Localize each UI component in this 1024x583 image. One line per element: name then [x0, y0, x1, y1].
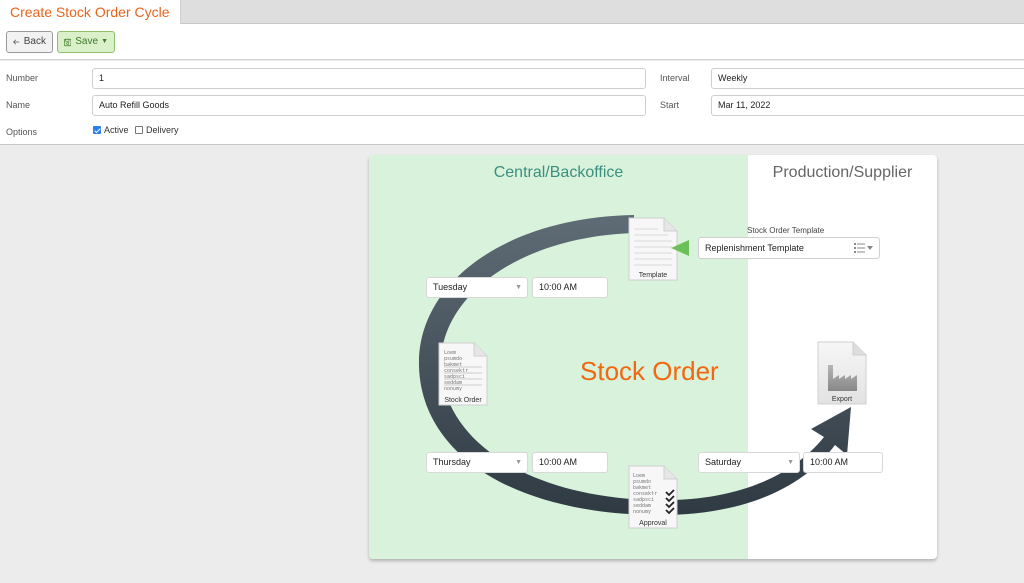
stock-order-template-select[interactable]: Replenishment Template	[698, 237, 880, 259]
chevron-down-icon: ▼	[515, 459, 522, 466]
approval-day-select[interactable]: Thursday ▼	[426, 452, 528, 473]
export-day-value: Saturday	[705, 457, 742, 467]
name-label: Name	[6, 100, 31, 110]
stock-order-day-value: Tuesday	[433, 282, 468, 292]
start-date-input[interactable]: Mar 11, 2022	[711, 95, 1024, 116]
checkbox-checked-icon	[93, 126, 101, 134]
options-label: Options	[6, 127, 38, 137]
back-button[interactable]: Back	[6, 31, 53, 53]
number-label: Number	[6, 73, 39, 83]
template-select-value: Replenishment Template	[705, 243, 804, 253]
tab-bar: Create Stock Order Cycle	[0, 0, 1024, 25]
active-checkbox[interactable]: Active	[93, 125, 129, 135]
stock-order-cycle-diagram: Central/Backoffice Production/Supplier S…	[369, 155, 937, 559]
start-label: Start	[660, 100, 680, 110]
export-day-select[interactable]: Saturday ▼	[698, 452, 800, 473]
delivery-label: Delivery	[146, 125, 179, 135]
interval-label: Interval	[660, 73, 690, 83]
stock-order-day-select[interactable]: Tuesday ▼	[426, 277, 528, 298]
save-button[interactable]: Save ▼	[57, 31, 115, 53]
name-input[interactable]: Auto Refill Goods	[92, 95, 646, 116]
number-input[interactable]: 1	[92, 68, 646, 89]
chevron-down-icon: ▼	[515, 284, 522, 291]
export-time-input[interactable]: 10:00 AM	[803, 452, 883, 473]
chevron-down-icon: ▼	[101, 38, 108, 45]
save-label: Save	[75, 36, 99, 47]
approval-day-value: Thursday	[433, 457, 471, 467]
delivery-checkbox[interactable]: Delivery	[135, 125, 179, 135]
stock-order-document[interactable]: Loem psumdo bakmet consektr sadpsci seddam no…	[438, 342, 488, 406]
arrow-left-icon	[13, 39, 20, 45]
svg-text:nonumy: nonumy	[633, 509, 651, 515]
approval-doc-label: Approval	[639, 520, 667, 527]
interval-select[interactable]: Weekly	[711, 68, 1024, 89]
checkbox-unchecked-icon	[135, 126, 143, 134]
back-label: Back	[23, 36, 46, 47]
approval-time-input[interactable]: 10:00 AM	[532, 452, 608, 473]
export-doc-label: Export	[831, 396, 853, 403]
order-cycle-form: Number 1 Name Auto Refill Goods Options …	[0, 61, 1024, 145]
stock-order-title: Stock Order	[580, 356, 719, 386]
stock-order-time-input[interactable]: 10:00 AM	[532, 277, 608, 298]
floppy-disk-icon	[64, 38, 72, 46]
toolbar: Back Save ▼	[0, 24, 1024, 60]
approval-document[interactable]: Loem psumdo bakmet consektr sadpsci seddam no…	[628, 465, 678, 529]
template-doc-label: Template	[638, 272, 668, 279]
pointer-arrow-icon	[671, 240, 689, 256]
svg-text:nonumy: nonumy	[444, 386, 462, 392]
chevron-down-icon: ▼	[787, 459, 794, 466]
export-document[interactable]: Export	[817, 341, 867, 405]
active-label: Active	[104, 125, 129, 135]
stock-order-doc-label: Stock Order	[444, 397, 482, 404]
tab-create-stock-order-cycle[interactable]: Create Stock Order Cycle	[0, 0, 181, 25]
list-dropdown-icon	[854, 243, 873, 253]
stock-order-template-label: Stock Order Template	[747, 226, 825, 235]
